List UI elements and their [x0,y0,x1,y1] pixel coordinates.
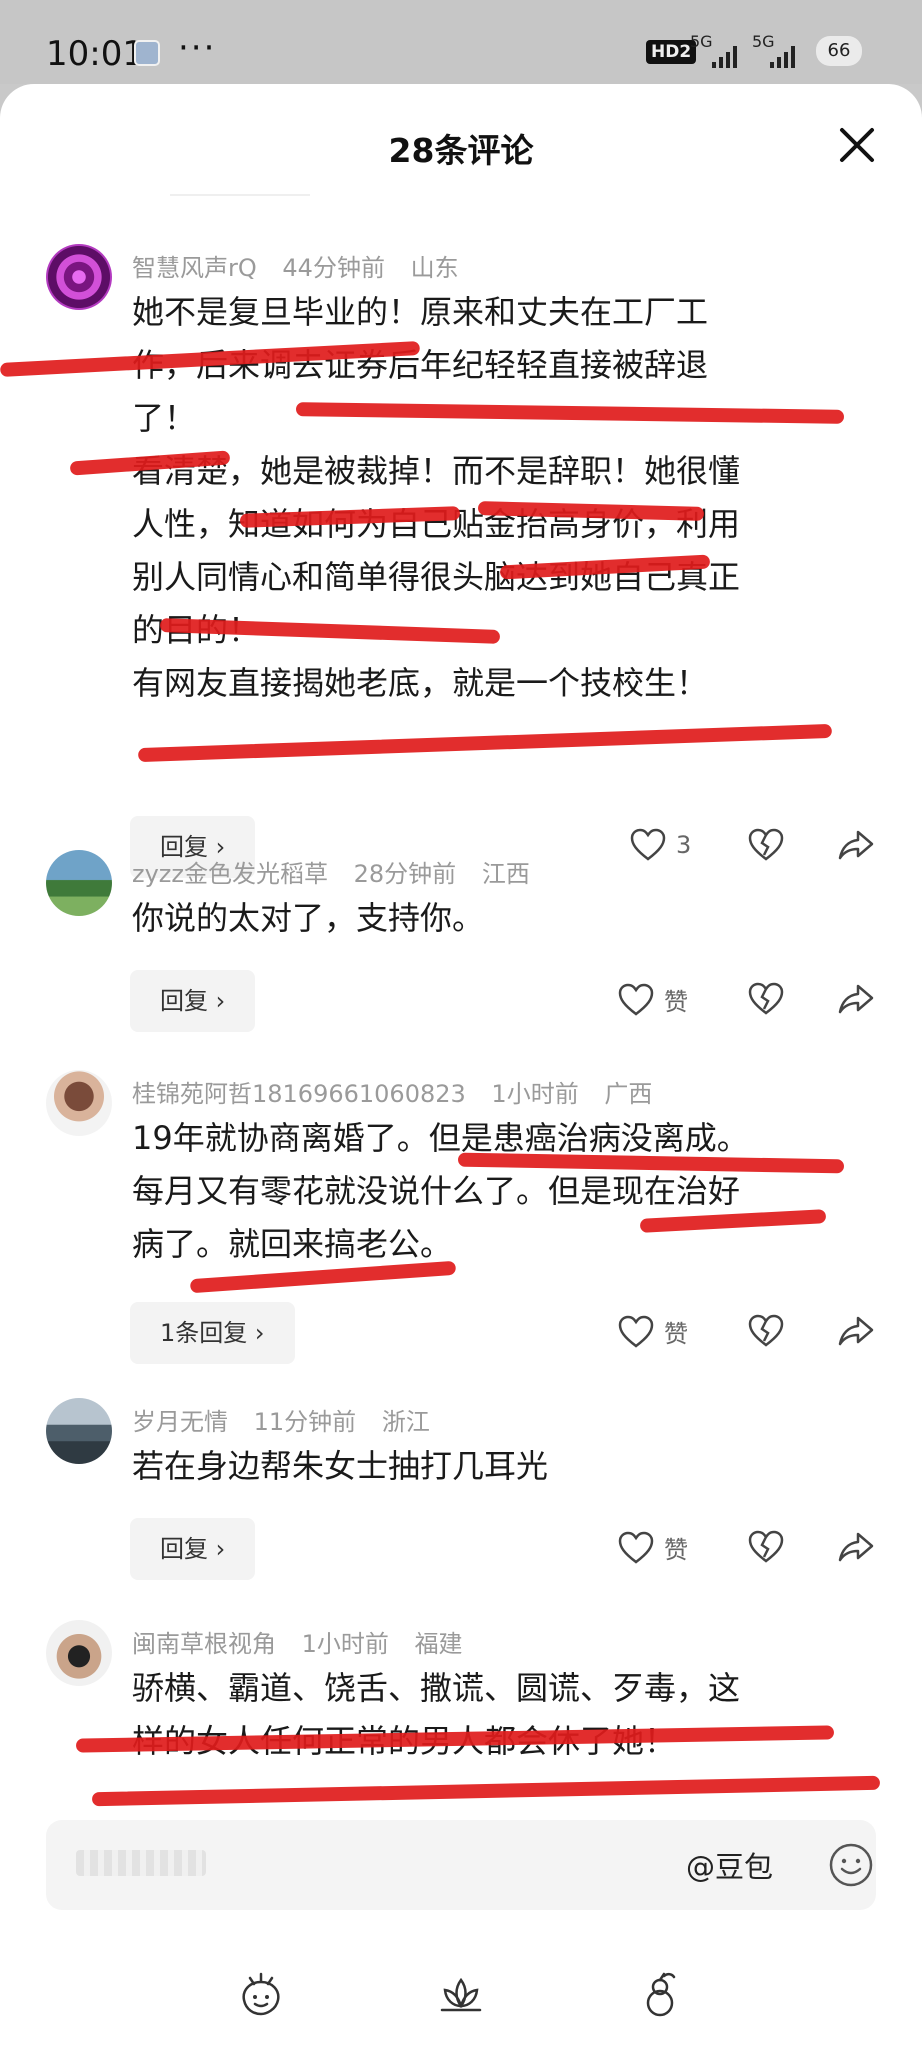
broken-heart-icon[interactable] [748,1314,784,1348]
close-icon[interactable] [834,122,880,168]
reply-button[interactable]: 回复 › [130,970,256,1032]
divider [170,194,310,196]
signal-bars-1-icon [712,44,737,68]
heart-icon [630,828,666,861]
comment-time: 11分钟前 [253,1408,357,1436]
like-count: 赞 [664,1320,688,1348]
heart-icon [618,1531,654,1564]
avatar[interactable] [46,244,112,310]
comment-line: 有网友直接揭她老底，就是一个技校生！ [132,664,709,702]
comment-line: 若在身边帮朱女士抽打几耳光 [132,1447,549,1485]
comment-username[interactable]: 桂锦苑阿哲18169661060823 [132,1080,466,1108]
avatar[interactable] [46,1620,112,1686]
avatar[interactable] [46,850,112,916]
broken-heart-icon[interactable] [748,828,784,862]
reply-button[interactable]: 1条回复 › [130,1302,295,1364]
avatar[interactable] [46,1070,112,1136]
like-button[interactable]: 赞 [618,1314,688,1349]
comment-username[interactable]: 岁月无情 [132,1408,228,1436]
reply-button[interactable]: 回复 › [130,1518,256,1580]
comment-line: 骄横、霸道、饶舌、撒谎、圆谎、歹毒，这 [132,1669,741,1707]
like-button[interactable]: 赞 [618,982,688,1017]
comment-time: 28分钟前 [353,860,457,888]
gourd-icon[interactable] [636,1970,686,2020]
comment-line: 她不是复旦毕业的！原来和丈夫在工厂工 [132,293,709,331]
share-arrow-icon[interactable] [838,828,874,862]
comment-line: 作，后来调去证券后年纪轻轻直接被辞退 [132,346,709,384]
share-arrow-icon[interactable] [838,1530,874,1564]
comment-text: 你说的太对了，支持你。 [132,892,852,945]
annotation-stroke [91,1775,881,1807]
comment-line: 别人同情心和简单得很头脑达到她自己真正 [132,558,741,596]
like-button[interactable]: 赞 [618,1530,688,1565]
like-count: 赞 [664,988,688,1016]
comment-location: 浙江 [381,1408,430,1436]
sheet-title: 28条评论 [388,131,534,170]
like-count: 3 [676,831,692,859]
comment-time: 44分钟前 [282,254,385,282]
comment-line: 每月又有零花就没说什么了。但是现在治好 [132,1172,741,1210]
like-button[interactable]: 3 [630,828,691,862]
smiley-icon[interactable] [828,1842,874,1888]
status-time: 10:01 [46,34,144,74]
comment-line: 你说的太对了，支持你。 [132,899,485,937]
share-arrow-icon[interactable] [838,1314,874,1348]
comment-location: 山东 [410,254,459,282]
comment-username[interactable]: zyzz金色发光稻草 [132,860,328,888]
comment-meta: 智慧风声rQ 44分钟前 山东 [132,248,477,283]
more-notifications-icon: ··· [178,28,217,68]
broken-heart-icon[interactable] [748,1530,784,1564]
comment-text: 19年就协商离婚了。但是患癌治病没离成。 每月又有零花就没说什么了。但是现在治好… [132,1112,852,1271]
comment-meta: zyzz金色发光稻草 28分钟前 江西 [132,854,548,889]
signal-bars-2-icon [770,44,795,68]
app-notification-icon [134,40,160,66]
network-label-1: 5G [690,32,713,51]
comment-meta: 闽南草根视角 1小时前 福建 [132,1624,481,1659]
avatar[interactable] [46,1398,112,1464]
comment-meta: 岁月无情 11分钟前 浙江 [132,1402,448,1437]
hd-voice-icon: HD2 [646,40,697,64]
battery-level: 66 [816,36,862,66]
lotus-icon[interactable] [436,1970,486,2020]
mention-doubao-button[interactable]: @豆包 [686,1844,773,1886]
heart-icon [618,983,654,1016]
comment-text: 骄横、霸道、饶舌、撒谎、圆谎、歹毒，这 样的女人任何正常的男人都会休了她！ [132,1662,852,1768]
comment-username[interactable]: 闽南草根视角 [132,1630,276,1658]
comment-location: 广西 [604,1080,653,1108]
broken-heart-icon[interactable] [748,982,784,1016]
comment-text: 若在身边帮朱女士抽打几耳光 [132,1440,852,1493]
comment-location: 江西 [481,860,530,888]
comment-location: 福建 [414,1630,463,1658]
status-bar: 10:01 ··· HD2 5G 5G 66 [0,0,922,84]
comment-time: 1小时前 [301,1630,389,1658]
share-arrow-icon[interactable] [838,982,874,1016]
heart-icon [618,1315,654,1348]
annotation-stroke [137,723,833,763]
input-placeholder-blur [76,1850,206,1876]
sticker-icon[interactable] [236,1970,286,2020]
like-count: 赞 [664,1536,688,1564]
comment-username[interactable]: 智慧风声rQ [132,254,257,282]
comment-time: 1小时前 [491,1080,579,1108]
comment-input[interactable]: @豆包 [46,1820,876,1910]
comment-sheet: 28条评论 智慧风声rQ 44分钟前 山东 她不是复旦毕业的！原来和丈夫在工厂工… [0,84,922,2048]
comment-line: 看清楚，她是被裁掉！而不是辞职！她很懂 [132,452,741,490]
comment-meta: 桂锦苑阿哲18169661060823 1小时前 广西 [132,1074,670,1109]
